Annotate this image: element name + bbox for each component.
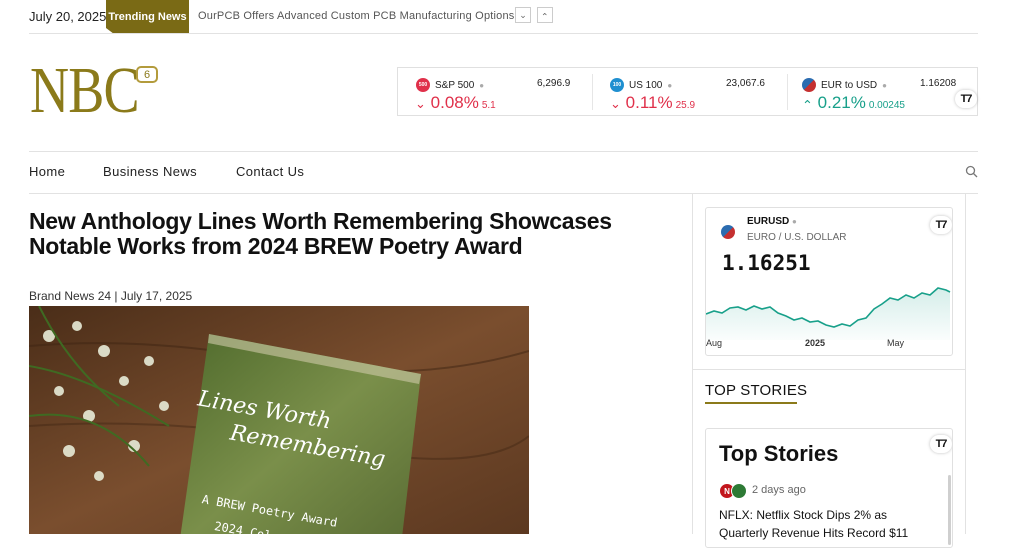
ticker-price: 1.16208 bbox=[920, 78, 957, 89]
site-logo[interactable]: NBC bbox=[30, 58, 140, 124]
widget-price: 1.16251 bbox=[722, 251, 811, 275]
axis-label: Aug bbox=[706, 338, 723, 348]
story-headline[interactable]: NFLX: Netflix Stock Dips 2% as Quarterly… bbox=[719, 506, 934, 542]
top-stories-heading: TOP STORIES bbox=[705, 382, 808, 399]
source-logo-icon bbox=[731, 483, 747, 499]
story-time: 2 days ago bbox=[752, 484, 806, 496]
heading-underline bbox=[705, 402, 797, 404]
widget-description: EURO / U.S. DOLLAR bbox=[747, 232, 847, 243]
eurusd-sparkline bbox=[706, 287, 951, 340]
divider bbox=[29, 33, 978, 34]
sidebar-border bbox=[692, 194, 693, 534]
eurusd-chart-widget[interactable]: EURUSD ● EURO / U.S. DOLLAR 1.16251 T7 A… bbox=[705, 207, 953, 356]
ticker-price: 23,067.6 bbox=[726, 78, 765, 89]
top-stories-widget[interactable]: Top Stories T7 N 2 days ago NFLX: Netfli… bbox=[705, 428, 953, 548]
eur-usd-flag-icon bbox=[802, 78, 816, 92]
widget-symbol-row: EURUSD ● bbox=[747, 216, 797, 227]
ticker-abs-change: 25.9 bbox=[675, 100, 696, 111]
ticker-item-sp500[interactable]: 500 S&P 500 ● 6,296.9 ⌄ 0.08% 5.1 bbox=[398, 68, 593, 115]
us100-icon: 100 bbox=[610, 78, 624, 92]
ticker-abs-change: 0.00245 bbox=[868, 100, 905, 111]
axis-label: May bbox=[887, 338, 905, 348]
widget-title: Top Stories bbox=[719, 441, 839, 466]
arrow-up-icon: ⌄ bbox=[802, 97, 813, 112]
arrow-down-icon: ⌄ bbox=[610, 96, 621, 111]
divider bbox=[29, 193, 978, 194]
trending-headline-link[interactable]: OurPCB Offers Advanced Custom PCB Manufa… bbox=[198, 10, 515, 22]
article-byline: Brand News 24 | July 17, 2025 bbox=[29, 289, 193, 303]
status-dot-icon: ● bbox=[667, 80, 673, 90]
ticker-abs-change: 5.1 bbox=[481, 100, 496, 111]
ticker-name: EUR to USD bbox=[821, 79, 878, 91]
trending-prev-button[interactable]: ⌄ bbox=[537, 7, 553, 23]
sidebar-border bbox=[965, 194, 966, 534]
search-icon[interactable] bbox=[965, 165, 978, 178]
article-title[interactable]: New Anthology Lines Worth Remembering Sh… bbox=[29, 209, 649, 259]
status-dot-icon: ● bbox=[792, 217, 797, 226]
ticker-name: US 100 bbox=[629, 79, 663, 91]
current-date: July 20, 2025 bbox=[29, 9, 107, 24]
ticker-price: 6,296.9 bbox=[537, 78, 571, 89]
widget-symbol: EURUSD bbox=[747, 216, 790, 227]
sp500-icon: 500 bbox=[416, 78, 430, 92]
divider bbox=[29, 151, 978, 152]
status-dot-icon: ● bbox=[882, 80, 887, 90]
nav-contact-us[interactable]: Contact Us bbox=[236, 164, 304, 179]
arrow-down-icon: ⌄ bbox=[415, 96, 426, 111]
nav-business-news[interactable]: Business News bbox=[103, 164, 197, 179]
ticker-change: 0.11% bbox=[625, 93, 673, 112]
logo-badge: 6 bbox=[136, 66, 158, 83]
ticker-tape-widget[interactable]: 500 S&P 500 ● 6,296.9 ⌄ 0.08% 5.1 100 US … bbox=[397, 67, 978, 116]
trending-next-button[interactable]: ⌄ bbox=[515, 7, 531, 23]
tradingview-logo-icon[interactable]: T7 bbox=[955, 90, 977, 108]
article-hero-image[interactable]: Lines Worth Remembering A BREW Poetry Aw… bbox=[29, 306, 529, 534]
status-dot-icon: ● bbox=[479, 80, 485, 90]
scrollbar[interactable] bbox=[948, 475, 951, 545]
ticker-change: 0.08% bbox=[430, 93, 479, 112]
ticker-name: S&P 500 bbox=[435, 79, 475, 91]
axis-label: 2025 bbox=[805, 338, 826, 348]
trending-news-label: Trending News bbox=[106, 0, 189, 34]
chevron-up-icon: ⌄ bbox=[541, 10, 549, 21]
tradingview-logo-icon[interactable]: T7 bbox=[930, 216, 952, 234]
tradingview-logo-icon[interactable]: T7 bbox=[930, 435, 952, 453]
ticker-change: 0.21% bbox=[817, 93, 866, 112]
ticker-item-us100[interactable]: 100 US 100 ● 23,067.6 ⌄ 0.11% 25.9 bbox=[593, 68, 788, 115]
chevron-down-icon: ⌄ bbox=[519, 9, 527, 20]
eur-usd-flag-icon bbox=[721, 225, 735, 239]
ticker-item-eurusd[interactable]: EUR to USD ● 1.16208 ⌄ 0.21% 0.00245 bbox=[788, 68, 978, 115]
divider bbox=[692, 369, 966, 370]
nav-home[interactable]: Home bbox=[29, 164, 65, 179]
